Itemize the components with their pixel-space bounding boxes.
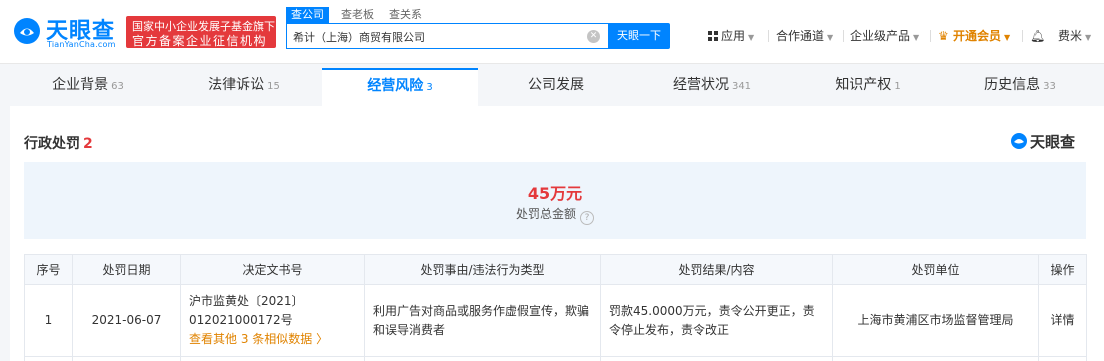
cell-index: 1 <box>24 284 73 357</box>
col-header: 处罚结果/内容 <box>600 254 833 285</box>
notification-bell[interactable]: 🔔︎ <box>1030 26 1045 46</box>
enterprise-menu[interactable]: 企业级产品 ▼ <box>850 26 919 46</box>
similar-data-label: 查看其他 3 条相似数据 <box>189 332 313 346</box>
tab-count: 341 <box>731 81 752 92</box>
cell-empty <box>600 356 833 361</box>
tab-ip[interactable]: 知识产权 1 <box>790 68 946 106</box>
bell-icon: 🔔︎ <box>1030 29 1046 43</box>
divider <box>930 30 931 42</box>
tab-label: 经营状况 <box>672 77 729 93</box>
official-badge: 国家中小企业发展子基金旗下 官方备案企业征信机构 <box>126 16 276 48</box>
chevron-down-icon: ▼ <box>748 33 755 42</box>
vip-menu[interactable]: ♛ 开通会员 ▼ <box>938 26 1010 46</box>
doc-number-line1: 沪市监黄处〔2021〕 <box>189 294 304 308</box>
total-amount-label-row: 处罚总金额? <box>24 205 1086 225</box>
search-tab-relation[interactable]: 查关系 <box>384 7 427 23</box>
logo-mark-icon <box>1011 133 1027 149</box>
tab-count: 63 <box>111 81 124 92</box>
total-amount: 45万元 <box>527 184 583 203</box>
cell-doc-number: 沪市监黄处〔2021〕 012021000172号 查看其他 3 条相似数据 〉 <box>180 284 365 357</box>
cell-empty <box>832 356 1039 361</box>
divider <box>1022 30 1023 42</box>
cell-unit: 上海市黄浦区市场监督管理局 <box>832 284 1039 357</box>
penalty-table: 序号 处罚日期 决定文书号 处罚事由/违法行为类型 处罚结果/内容 处罚单位 操… <box>24 254 1087 361</box>
search-button[interactable]: 天眼一下 <box>608 23 670 49</box>
tab-development[interactable]: 公司发展 <box>478 68 634 106</box>
doc-number-line2: 012021000172号 <box>189 313 293 327</box>
vip-label: 开通会员 <box>952 29 1001 43</box>
cell-date: 2021-06-07 <box>72 284 181 357</box>
watermark-logo: 天眼查 <box>1010 131 1090 151</box>
cell-empty <box>1038 356 1087 361</box>
tab-count: 3 <box>426 82 433 93</box>
chevron-down-icon: ▼ <box>913 33 920 42</box>
section-title-label: 行政处罚 <box>24 136 80 152</box>
search-tab-company[interactable]: 查公司 <box>286 7 329 23</box>
badge-line2: 官方备案企业征信机构 <box>132 34 268 48</box>
cell-empty <box>180 356 365 361</box>
tab-count: 33 <box>1043 81 1056 92</box>
tab-label: 历史信息 <box>984 77 1041 93</box>
divider <box>843 30 844 42</box>
detail-link[interactable]: 详情 <box>1038 284 1087 357</box>
search-box: ✕ <box>286 23 610 49</box>
col-header: 处罚单位 <box>832 254 1039 285</box>
total-amount-label: 处罚总金额 <box>515 207 576 221</box>
tab-history[interactable]: 历史信息 33 <box>946 68 1094 106</box>
enterprise-label: 企业级产品 <box>850 29 911 43</box>
tab-label: 公司发展 <box>528 77 584 93</box>
divider <box>768 30 769 42</box>
logo-domain: TianYanCha.com <box>47 40 116 49</box>
crown-icon: ♛ <box>938 29 949 43</box>
apps-grid-icon <box>708 31 718 41</box>
similar-data-link[interactable]: 查看其他 3 条相似数据 〉 <box>189 330 356 349</box>
user-menu[interactable]: 费米 ▼ <box>1058 26 1091 46</box>
chevron-down-icon: ▼ <box>1085 33 1092 42</box>
tab-count: 15 <box>267 81 280 92</box>
chevron-down-icon: ▼ <box>827 33 834 42</box>
table-row <box>24 356 1087 361</box>
partner-menu[interactable]: 合作通道 ▼ <box>776 26 833 46</box>
tab-count: 1 <box>894 81 901 92</box>
col-header: 操作 <box>1038 254 1087 285</box>
clear-icon[interactable]: ✕ <box>587 30 600 43</box>
cell-empty <box>24 356 73 361</box>
cell-empty <box>364 356 601 361</box>
table-row: 1 2021-06-07 沪市监黄处〔2021〕 012021000172号 查… <box>24 284 1087 357</box>
tianyancha-logo[interactable]: 天眼查 TianYanCha.com <box>12 14 122 52</box>
cell-empty <box>72 356 181 361</box>
tab-operating-risk[interactable]: 经营风险 3 <box>322 68 478 106</box>
chevron-down-icon: ▼ <box>1003 33 1011 42</box>
user-name: 费米 <box>1058 29 1083 43</box>
cell-reason: 利用广告对商品或服务作虚假宣传，欺骗和误导消费者 <box>364 284 601 357</box>
tab-label: 法律诉讼 <box>208 77 265 93</box>
partner-label: 合作通道 <box>776 29 825 43</box>
apps-label: 应用 <box>721 29 746 43</box>
help-icon[interactable]: ? <box>580 211 594 225</box>
tab-label: 经营风险 <box>367 78 424 94</box>
col-header: 处罚日期 <box>72 254 181 285</box>
tab-litigation[interactable]: 法律诉讼 15 <box>166 68 322 106</box>
col-header: 序号 <box>24 254 73 285</box>
section-title: 行政处罚 2 <box>24 133 93 153</box>
search-tab-boss[interactable]: 查老板 <box>336 7 379 23</box>
logo-mark-icon <box>14 18 40 44</box>
apps-menu[interactable]: 应用 ▼ <box>708 26 754 46</box>
penalty-summary: 45万元 处罚总金额? <box>24 162 1086 239</box>
top-header: 天眼查 TianYanCha.com 国家中小企业发展子基金旗下 官方备案企业征… <box>0 0 1104 64</box>
table-header-row: 序号 处罚日期 决定文书号 处罚事由/违法行为类型 处罚结果/内容 处罚单位 操… <box>24 254 1087 285</box>
col-header: 决定文书号 <box>180 254 365 285</box>
search-input[interactable] <box>293 28 573 45</box>
tab-background[interactable]: 企业背景 63 <box>10 68 166 106</box>
cell-result: 罚款45.0000万元，责令公开更正，责令停止发布，责令改正 <box>600 284 833 357</box>
col-header: 处罚事由/违法行为类型 <box>364 254 601 285</box>
tab-label: 企业背景 <box>52 77 109 93</box>
chevron-right-icon: 〉 <box>316 332 329 346</box>
section-count: 2 <box>83 136 93 152</box>
watermark-text: 天眼查 <box>1030 133 1076 151</box>
tab-operating-status[interactable]: 经营状况 341 <box>634 68 790 106</box>
tab-label: 知识产权 <box>835 77 892 93</box>
